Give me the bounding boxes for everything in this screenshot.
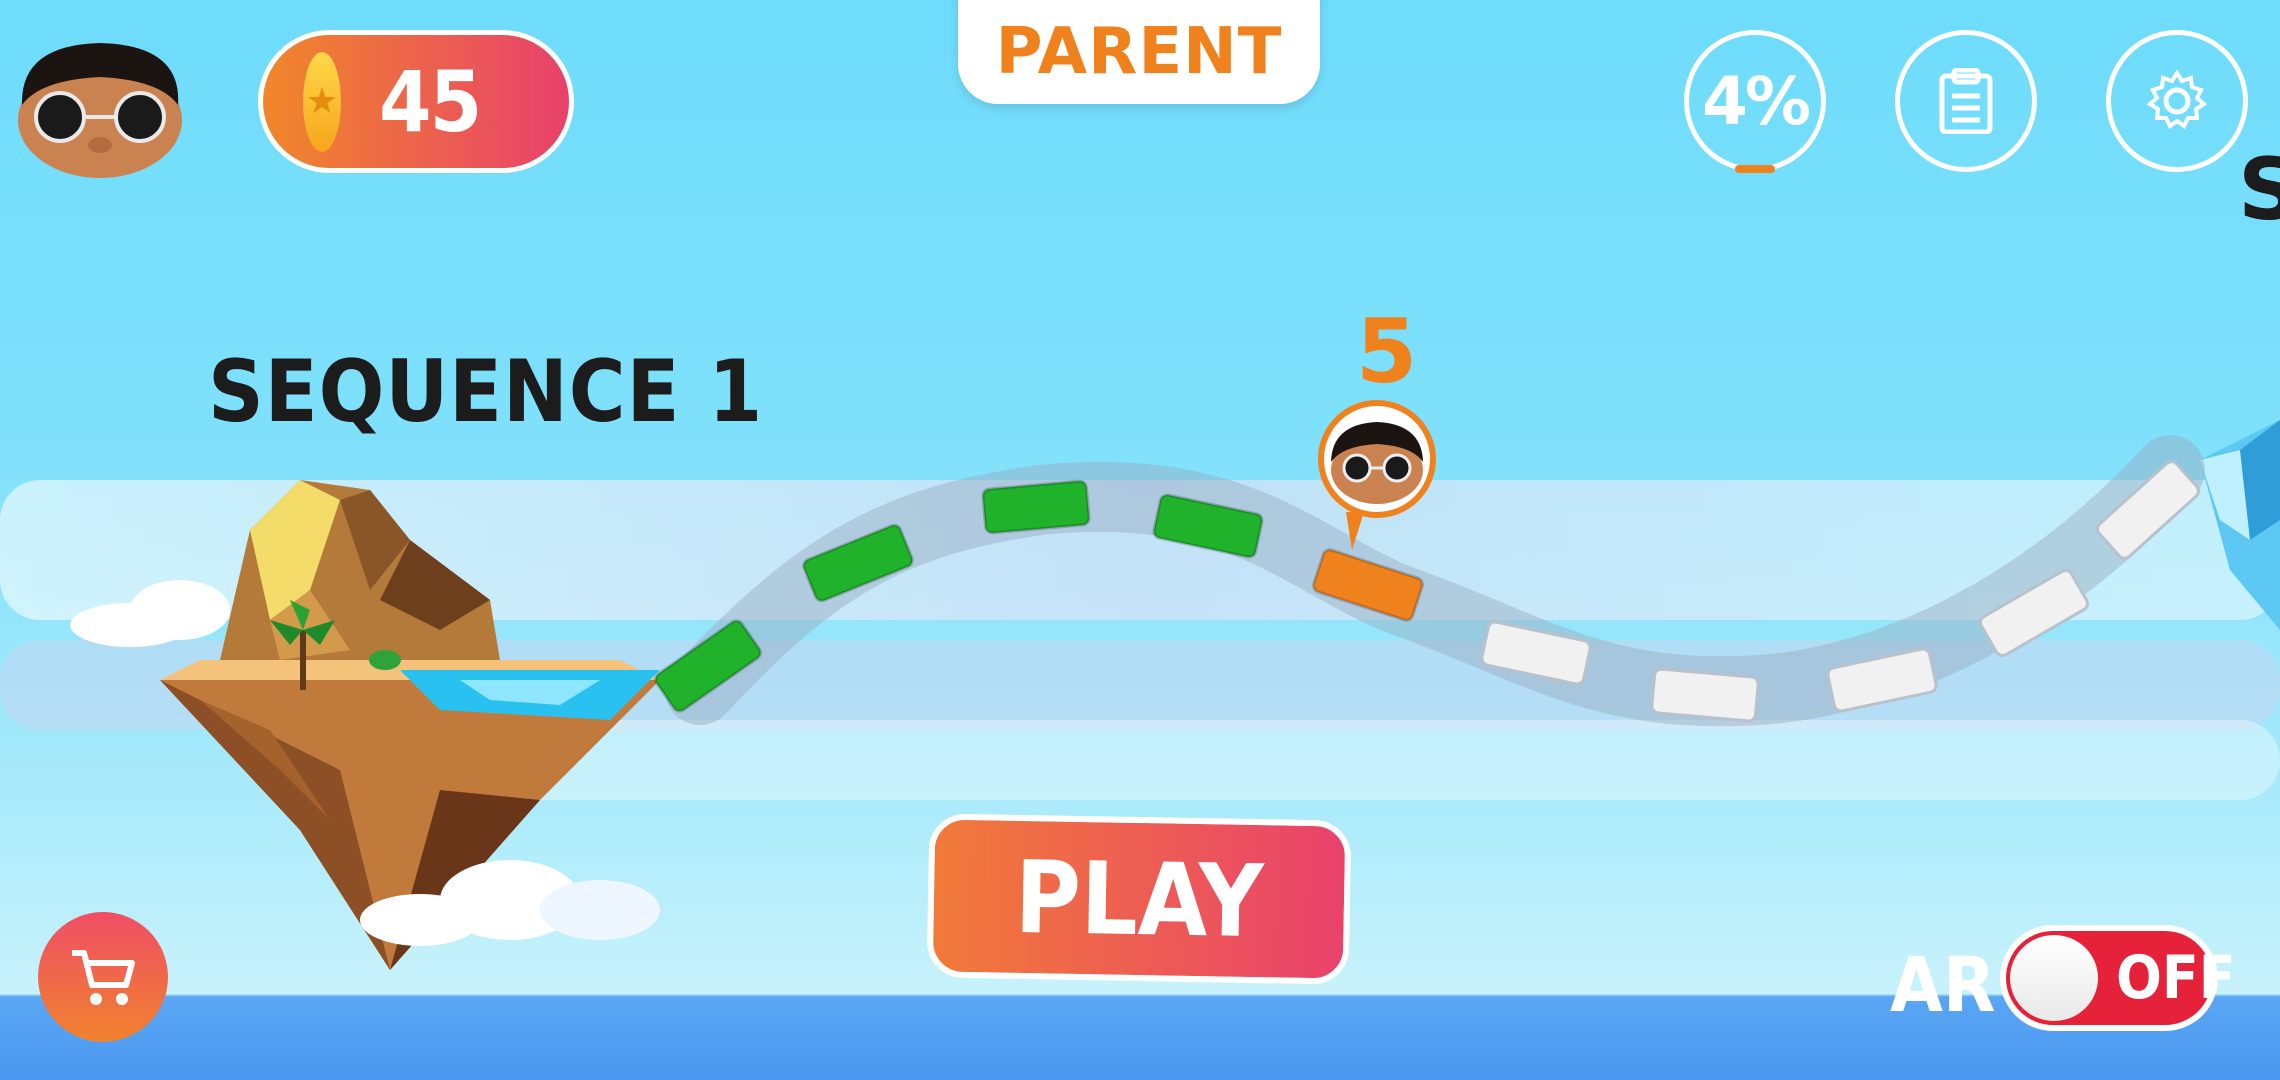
ar-toggle[interactable]: OFF xyxy=(2000,925,2236,1031)
player-marker[interactable] xyxy=(1318,400,1436,518)
cart-icon xyxy=(72,950,135,1005)
play-button[interactable]: PLAY xyxy=(926,813,1352,985)
report-button[interactable] xyxy=(1895,30,2037,172)
level-node-7 xyxy=(1650,667,1760,723)
path-trail xyxy=(665,435,2205,727)
next-sequence-title: S xyxy=(2238,140,2280,240)
current-level-number: 5 xyxy=(1356,300,1418,403)
level-node-3[interactable] xyxy=(981,479,1091,535)
parent-button[interactable]: PARENT xyxy=(958,0,1320,104)
ar-label: AR xyxy=(1890,940,1996,1029)
coin-balance: ★ 45 xyxy=(258,30,574,173)
marker-pin xyxy=(1346,512,1364,550)
progress-label: 4% xyxy=(1701,62,1811,140)
gear-icon xyxy=(2146,70,2208,129)
coin-count: 45 xyxy=(379,52,482,151)
sequence-title: SEQUENCE 1 xyxy=(208,342,764,442)
game-map: { "hud": { "coins": "45", "parent_label"… xyxy=(0,0,2280,1080)
coin-icon: ★ xyxy=(303,51,341,152)
ar-state: OFF xyxy=(2116,943,2236,1013)
toggle-knob xyxy=(2010,935,2098,1021)
progress-indicator xyxy=(1735,165,1775,173)
clipboard-icon xyxy=(1939,68,1993,134)
progress-button[interactable]: 4% xyxy=(1684,30,1826,173)
player-avatar[interactable] xyxy=(10,35,190,180)
shop-button[interactable] xyxy=(38,912,168,1042)
settings-button[interactable] xyxy=(2106,30,2248,172)
